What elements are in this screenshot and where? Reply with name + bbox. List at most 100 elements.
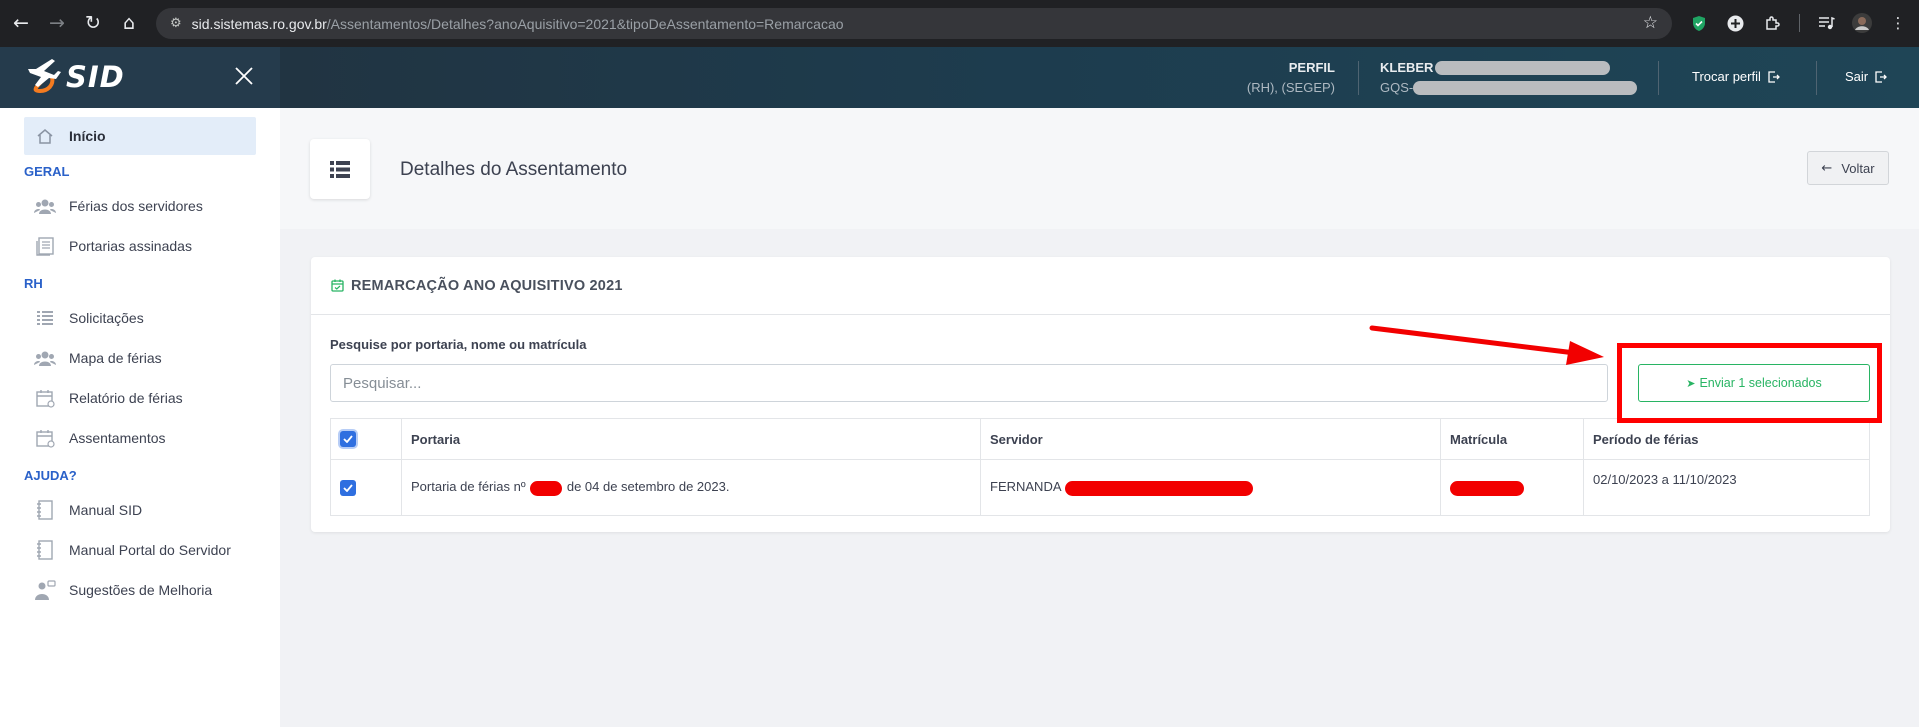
assentamento-card: REMARCAÇÃO ANO AQUISITIVO 2021 Pesquise … xyxy=(311,257,1890,532)
card-header: REMARCAÇÃO ANO AQUISITIVO 2021 xyxy=(311,257,1890,315)
send-button-label: Enviar 1 selecionados xyxy=(1699,376,1822,390)
redacted-portaria-number xyxy=(530,480,563,496)
bookmark-star-icon[interactable]: ☆ xyxy=(1643,13,1658,33)
column-header-matricula[interactable]: Matrícula xyxy=(1440,418,1584,460)
users-icon xyxy=(34,196,56,216)
sidebar-item-label: Sugestões de Melhoria xyxy=(69,582,213,598)
user-info: KLEBER GQS- xyxy=(1380,60,1638,95)
redacted-org xyxy=(1413,80,1638,95)
book-icon xyxy=(34,540,56,560)
select-all-cell xyxy=(330,418,402,460)
sidebar-item-label: Início xyxy=(69,128,106,144)
profile-avatar-icon[interactable] xyxy=(1851,12,1873,34)
sidebar-section-rh: RH xyxy=(24,275,43,291)
calendar-icon xyxy=(34,388,56,408)
column-header-portaria[interactable]: Portaria xyxy=(401,418,981,460)
logout-button[interactable]: Sair xyxy=(1845,69,1888,84)
sidebar-item-label: Solicitações xyxy=(69,310,144,326)
table-header-row: Portaria Servidor Matrícula Período de f… xyxy=(330,418,1870,460)
calendar-check-icon xyxy=(331,279,344,292)
portaria-suffix: de 04 de setembro de 2023. xyxy=(566,479,730,495)
switch-profile-label: Trocar perfil xyxy=(1692,69,1761,84)
sidebar-item-label: Férias dos servidores xyxy=(69,198,203,214)
logout-label: Sair xyxy=(1845,69,1869,84)
reload-icon[interactable]: ↻ xyxy=(76,6,110,40)
sidebar-item-sugestoes-melhoria[interactable]: Sugestões de Melhoria xyxy=(0,571,280,609)
back-button[interactable]: ← Voltar xyxy=(1807,151,1889,185)
site-info-icon[interactable]: ⚙ xyxy=(170,16,182,31)
back-icon[interactable]: ← xyxy=(4,6,38,40)
close-icon[interactable] xyxy=(232,64,256,88)
document-icon xyxy=(34,236,56,256)
sidebar-item-inicio[interactable]: Início xyxy=(24,117,256,155)
header-divider xyxy=(1816,61,1817,95)
page-title: Detalhes do Assentamento xyxy=(400,159,628,180)
column-header-servidor[interactable]: Servidor xyxy=(980,418,1441,460)
sidebar: SID Início GERAL Férias dos servidores P… xyxy=(0,47,280,727)
search-label: Pesquise por portaria, nome ou matrícula xyxy=(330,337,587,352)
users-icon xyxy=(34,348,56,368)
sign-out-icon xyxy=(1875,70,1888,83)
home-icon xyxy=(34,126,56,146)
select-all-checkbox[interactable] xyxy=(340,431,356,448)
feedback-icon xyxy=(34,580,56,600)
url-path: /Assentamentos/Detalhes?anoAquisitivo=20… xyxy=(326,15,844,32)
menu-kebab-icon[interactable]: ⋮ xyxy=(1887,12,1909,34)
user-org-row: GQS- xyxy=(1380,80,1638,95)
sidebar-section-geral: GERAL xyxy=(24,163,70,179)
sidebar-item-ferias-servidores[interactable]: Férias dos servidores xyxy=(0,187,280,225)
header-divider xyxy=(1658,61,1659,95)
browser-toolbar: ← → ↻ ⌂ ⚙ sid.sistemas.ro.gov.br/Assenta… xyxy=(0,0,1919,47)
portaria-cell: Portaria de férias nº de 04 de setembro … xyxy=(401,459,981,516)
shield-extension-icon[interactable] xyxy=(1688,12,1710,34)
redacted-name xyxy=(1435,60,1611,75)
user-name-row: KLEBER xyxy=(1380,60,1637,75)
check-icon xyxy=(343,435,353,444)
redacted-servidor-surname xyxy=(1065,480,1254,496)
forward-icon[interactable]: → xyxy=(40,6,74,40)
sidebar-item-portarias-assinadas[interactable]: Portarias assinadas xyxy=(0,227,280,265)
calendar-icon xyxy=(34,428,56,448)
sidebar-item-mapa-ferias[interactable]: Mapa de férias xyxy=(0,339,280,377)
sidebar-item-label: Manual Portal do Servidor xyxy=(69,542,231,558)
extensions-puzzle-icon[interactable] xyxy=(1761,12,1783,34)
send-selected-button[interactable]: ➤ Enviar 1 selecionados xyxy=(1638,364,1870,402)
profile-info: PERFIL (RH), (SEGEP) xyxy=(1247,60,1335,95)
sid-logo[interactable]: SID xyxy=(24,57,125,97)
switch-profile-button[interactable]: Trocar perfil xyxy=(1692,69,1780,84)
profile-value: (RH), (SEGEP) xyxy=(1246,80,1335,95)
user-name: KLEBER xyxy=(1380,60,1434,75)
sidebar-item-manual-portal-servidor[interactable]: Manual Portal do Servidor xyxy=(0,531,280,569)
add-extension-icon[interactable] xyxy=(1724,12,1746,34)
page-title-bar: Detalhes do Assentamento ← Voltar xyxy=(280,108,1919,229)
sidebar-item-label: Assentamentos xyxy=(69,430,166,446)
row-checkbox[interactable] xyxy=(340,479,356,496)
header-divider xyxy=(1358,61,1359,95)
sidebar-section-ajuda: AJUDA? xyxy=(24,467,77,483)
sidebar-item-manual-sid[interactable]: Manual SID xyxy=(0,491,280,529)
send-icon: ➤ xyxy=(1686,376,1696,390)
home-icon[interactable]: ⌂ xyxy=(112,6,146,40)
sidebar-item-label: Mapa de férias xyxy=(69,350,162,366)
user-org: GQS- xyxy=(1380,80,1414,95)
url-text: sid.sistemas.ro.gov.br/Assentamentos/Det… xyxy=(192,16,844,32)
sidebar-item-relatorio-ferias[interactable]: Relatório de férias xyxy=(0,379,280,417)
redacted-matricula xyxy=(1450,480,1524,496)
matricula-cell xyxy=(1440,459,1584,516)
search-input[interactable] xyxy=(330,364,1608,402)
media-controls-icon[interactable] xyxy=(1815,12,1837,34)
table-row: Portaria de férias nº de 04 de setembro … xyxy=(330,459,1870,516)
check-icon xyxy=(343,484,353,492)
sidebar-item-label: Portarias assinadas xyxy=(69,238,192,254)
sign-out-icon xyxy=(1768,70,1780,83)
top-header: PERFIL (RH), (SEGEP) KLEBER GQS- Trocar … xyxy=(280,47,1919,108)
sidebar-item-label: Relatório de férias xyxy=(69,390,183,406)
servidor-name: FERNANDA xyxy=(990,479,1061,495)
sidebar-item-assentamentos[interactable]: Assentamentos xyxy=(0,419,280,457)
column-header-periodo[interactable]: Período de férias xyxy=(1583,418,1870,460)
address-bar[interactable]: ⚙ sid.sistemas.ro.gov.br/Assentamentos/D… xyxy=(156,8,1672,39)
sidebar-item-solicitacoes[interactable]: Solicitações xyxy=(0,299,280,337)
list-icon xyxy=(34,308,56,328)
sidebar-header: SID xyxy=(0,47,280,108)
arrow-left-icon: ← xyxy=(1821,160,1833,176)
